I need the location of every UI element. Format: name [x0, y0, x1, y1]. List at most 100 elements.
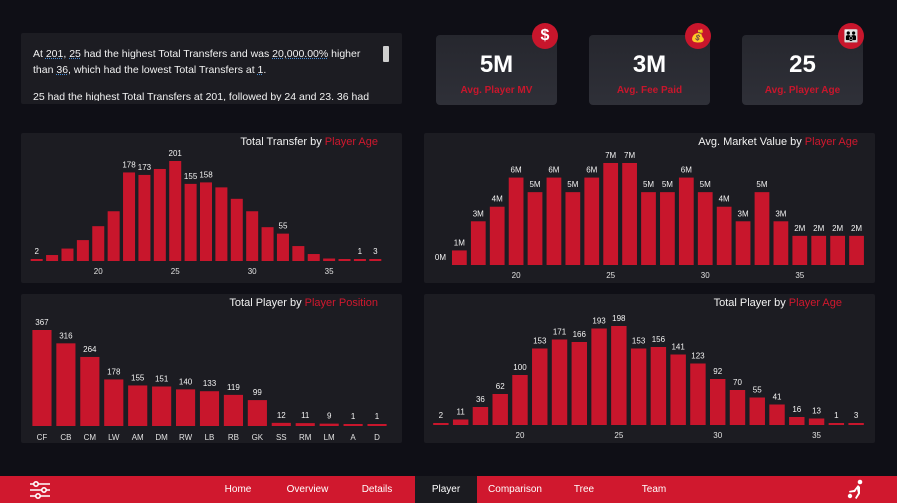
narrative-fragment: , which had the lowest Total Transfers a… [68, 64, 258, 76]
bar[interactable] [61, 248, 74, 261]
bar[interactable] [492, 394, 508, 425]
bar[interactable] [678, 177, 694, 265]
bar[interactable] [565, 192, 581, 265]
bar[interactable] [261, 227, 274, 261]
bar[interactable] [670, 354, 686, 426]
nav-tree[interactable]: Tree [568, 476, 600, 503]
bar[interactable] [735, 221, 751, 265]
bar[interactable] [690, 363, 706, 426]
bar[interactable] [230, 198, 243, 261]
bar[interactable] [527, 192, 543, 265]
nav-team[interactable]: Team [636, 476, 672, 503]
bar[interactable] [508, 177, 524, 265]
bar[interactable] [169, 161, 182, 261]
nav-player[interactable]: Player [415, 476, 477, 503]
bar[interactable] [611, 326, 627, 425]
bar[interactable] [104, 379, 124, 426]
bar[interactable] [830, 235, 846, 265]
nav-overview[interactable]: Overview [280, 476, 335, 503]
bar[interactable] [223, 394, 244, 426]
bar[interactable] [76, 240, 89, 261]
bar[interactable] [199, 182, 213, 261]
bar[interactable] [749, 397, 765, 426]
bar[interactable] [451, 250, 467, 265]
bar[interactable] [343, 424, 363, 426]
chart-total-player-by-position: Total Player by Player Position 367 CF 316… [21, 294, 402, 443]
bar[interactable] [433, 423, 449, 425]
narrative-scrollbar[interactable] [383, 46, 389, 62]
bar[interactable] [46, 255, 59, 261]
bar[interactable] [811, 235, 827, 265]
bar[interactable] [215, 187, 228, 261]
filter-sliders-icon[interactable] [29, 480, 51, 500]
bar[interactable] [591, 328, 607, 426]
bar[interactable] [603, 163, 619, 265]
bar[interactable] [56, 343, 76, 426]
bar[interactable] [353, 259, 366, 261]
bar[interactable] [754, 192, 770, 265]
bar[interactable] [175, 389, 196, 426]
bar[interactable] [849, 235, 864, 265]
bar[interactable] [138, 174, 151, 261]
bar[interactable] [729, 390, 746, 425]
bar[interactable] [584, 177, 600, 265]
bar[interactable] [792, 235, 808, 265]
bar[interactable] [551, 339, 568, 426]
bar[interactable] [153, 168, 166, 261]
data-label: 6M [511, 166, 522, 175]
bar[interactable] [808, 418, 825, 426]
bar[interactable] [472, 407, 489, 425]
bar[interactable] [650, 347, 667, 425]
bar[interactable] [30, 259, 43, 261]
bar[interactable] [709, 379, 726, 425]
bar[interactable] [295, 423, 315, 426]
soccer-player-icon[interactable] [845, 479, 867, 500]
bar[interactable] [716, 206, 732, 265]
bar[interactable] [660, 192, 675, 265]
bar[interactable] [512, 375, 528, 425]
bar[interactable] [319, 423, 339, 426]
bar[interactable] [571, 342, 588, 425]
bar[interactable] [323, 258, 336, 261]
bar[interactable] [184, 183, 197, 261]
bar[interactable] [152, 386, 172, 426]
bar[interactable] [532, 348, 548, 426]
narrative-value: 20,000.00% [272, 48, 329, 60]
nav-comparison[interactable]: Comparison [482, 476, 548, 503]
bar[interactable] [123, 172, 136, 261]
nav-home[interactable]: Home [218, 476, 258, 503]
bar[interactable] [92, 226, 105, 261]
bar[interactable] [452, 419, 469, 426]
bar[interactable] [848, 423, 864, 425]
bar[interactable] [80, 356, 100, 426]
bar[interactable] [247, 400, 267, 426]
bar[interactable] [32, 330, 52, 426]
bar[interactable] [307, 254, 320, 261]
kpi-card-avg-fee-paid: 3M Avg. Fee Paid 💰 [589, 23, 711, 105]
bar[interactable] [276, 233, 289, 261]
bar[interactable] [773, 221, 789, 265]
data-label: 2M [851, 224, 862, 233]
bar[interactable] [367, 424, 387, 426]
bar[interactable] [622, 163, 637, 265]
bar[interactable] [271, 422, 291, 426]
bar[interactable] [199, 391, 220, 426]
bar[interactable] [546, 177, 562, 265]
bar[interactable] [641, 192, 656, 265]
bar[interactable] [107, 211, 120, 261]
bar[interactable] [128, 385, 148, 426]
bar[interactable] [338, 259, 351, 261]
bar[interactable] [470, 221, 486, 265]
bar[interactable] [246, 211, 259, 261]
bar[interactable] [828, 423, 845, 425]
bar[interactable] [789, 417, 805, 425]
bar[interactable] [369, 259, 382, 261]
bar[interactable] [630, 348, 647, 426]
bar[interactable] [489, 206, 505, 265]
bar[interactable] [292, 246, 305, 261]
chart-svg: 2 178 173 201 155 158 55 1 3 20 25 30 35 [30, 149, 382, 276]
bar[interactable] [697, 192, 713, 265]
nav-details[interactable]: Details [352, 476, 402, 503]
bar[interactable] [769, 404, 785, 426]
data-label: 153 [632, 337, 646, 346]
